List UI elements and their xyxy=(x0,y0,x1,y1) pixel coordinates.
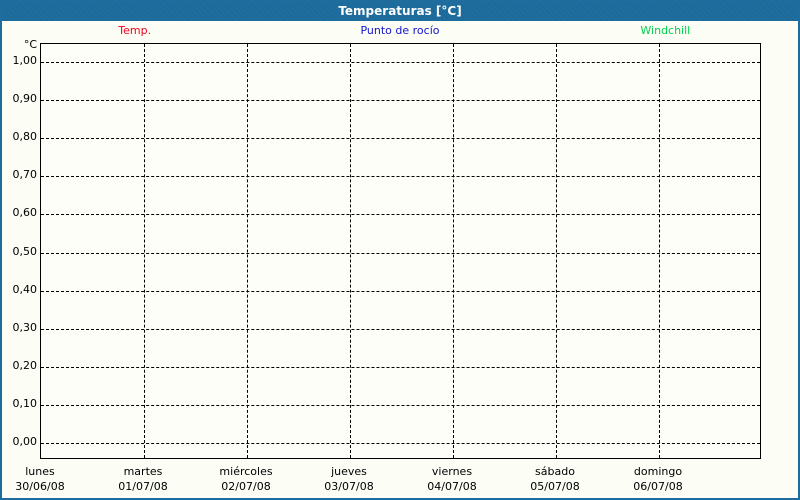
y-tick-label: 0,20 xyxy=(12,358,38,372)
chart-title: Temperaturas [°C] xyxy=(2,2,798,21)
chart-window: Temperaturas [°C] Temp. Punto de rocío Win… xyxy=(0,0,800,500)
y-axis-unit-label: °C xyxy=(23,38,37,51)
gridline-vertical xyxy=(247,44,248,458)
day-date: 06/07/08 xyxy=(633,480,683,493)
x-day-label: viernes 04/07/08 xyxy=(397,464,507,494)
y-tick-label: 0,30 xyxy=(12,320,38,334)
y-tick-label: 1,00 xyxy=(12,54,38,67)
y-tick-label: 0,60 xyxy=(12,206,38,220)
day-name: viernes xyxy=(431,465,473,478)
day-name: jueves xyxy=(331,465,367,478)
gridline-horizontal xyxy=(41,443,760,444)
day-date: 02/07/08 xyxy=(221,480,271,493)
gridline-vertical xyxy=(453,44,454,458)
day-name: miércoles xyxy=(219,465,273,478)
gridline-horizontal xyxy=(41,252,760,254)
y-tick-label: 0,70 xyxy=(12,168,38,182)
gridline-horizontal xyxy=(41,404,760,406)
gridline-horizontal xyxy=(41,176,760,178)
day-date: 05/07/08 xyxy=(530,480,580,493)
y-tick-label: 0,90 xyxy=(12,92,38,106)
day-name: domingo xyxy=(633,465,683,478)
x-day-label: sábado 05/07/08 xyxy=(500,464,610,494)
gridline-horizontal xyxy=(41,62,760,63)
day-date: 03/07/08 xyxy=(324,480,374,493)
y-tick-label: 0,00 xyxy=(12,435,38,448)
x-day-label: domingo 06/07/08 xyxy=(603,464,713,494)
gridline-vertical xyxy=(144,44,145,458)
y-tick-label: 0,40 xyxy=(12,282,38,296)
legend-item-windchill: Windchill xyxy=(640,24,691,37)
x-day-label: lunes 30/06/08 xyxy=(2,464,95,494)
day-date: 04/07/08 xyxy=(427,480,477,493)
legend-item-punto-de-roc-o: Punto de rocío xyxy=(360,24,440,37)
day-name: sábado xyxy=(535,465,575,478)
y-tick-label: 0,10 xyxy=(12,396,38,410)
legend-item-temp-: Temp. xyxy=(118,24,152,37)
day-name: martes xyxy=(123,465,163,478)
day-name: lunes xyxy=(25,465,55,478)
gridline-horizontal xyxy=(41,100,760,102)
day-date: 30/06/08 xyxy=(15,480,65,493)
x-day-label: martes 01/07/08 xyxy=(88,464,198,494)
gridline-horizontal xyxy=(41,328,760,330)
x-day-label: jueves 03/07/08 xyxy=(294,464,404,494)
gridline-vertical xyxy=(556,44,557,458)
gridline-horizontal xyxy=(41,138,760,140)
y-tick-label: 0,80 xyxy=(12,130,38,144)
chart-legend: Temp. Punto de rocío Windchill xyxy=(2,21,798,43)
gridline-horizontal xyxy=(41,290,760,292)
y-tick-label: 0,50 xyxy=(12,244,38,258)
gridline-vertical xyxy=(350,44,351,458)
gridline-horizontal xyxy=(41,214,760,216)
gridline-vertical xyxy=(659,44,660,458)
plot-area xyxy=(40,43,761,459)
gridline-horizontal xyxy=(41,366,760,368)
day-date: 01/07/08 xyxy=(118,480,168,493)
x-day-label: miércoles 02/07/08 xyxy=(191,464,301,494)
